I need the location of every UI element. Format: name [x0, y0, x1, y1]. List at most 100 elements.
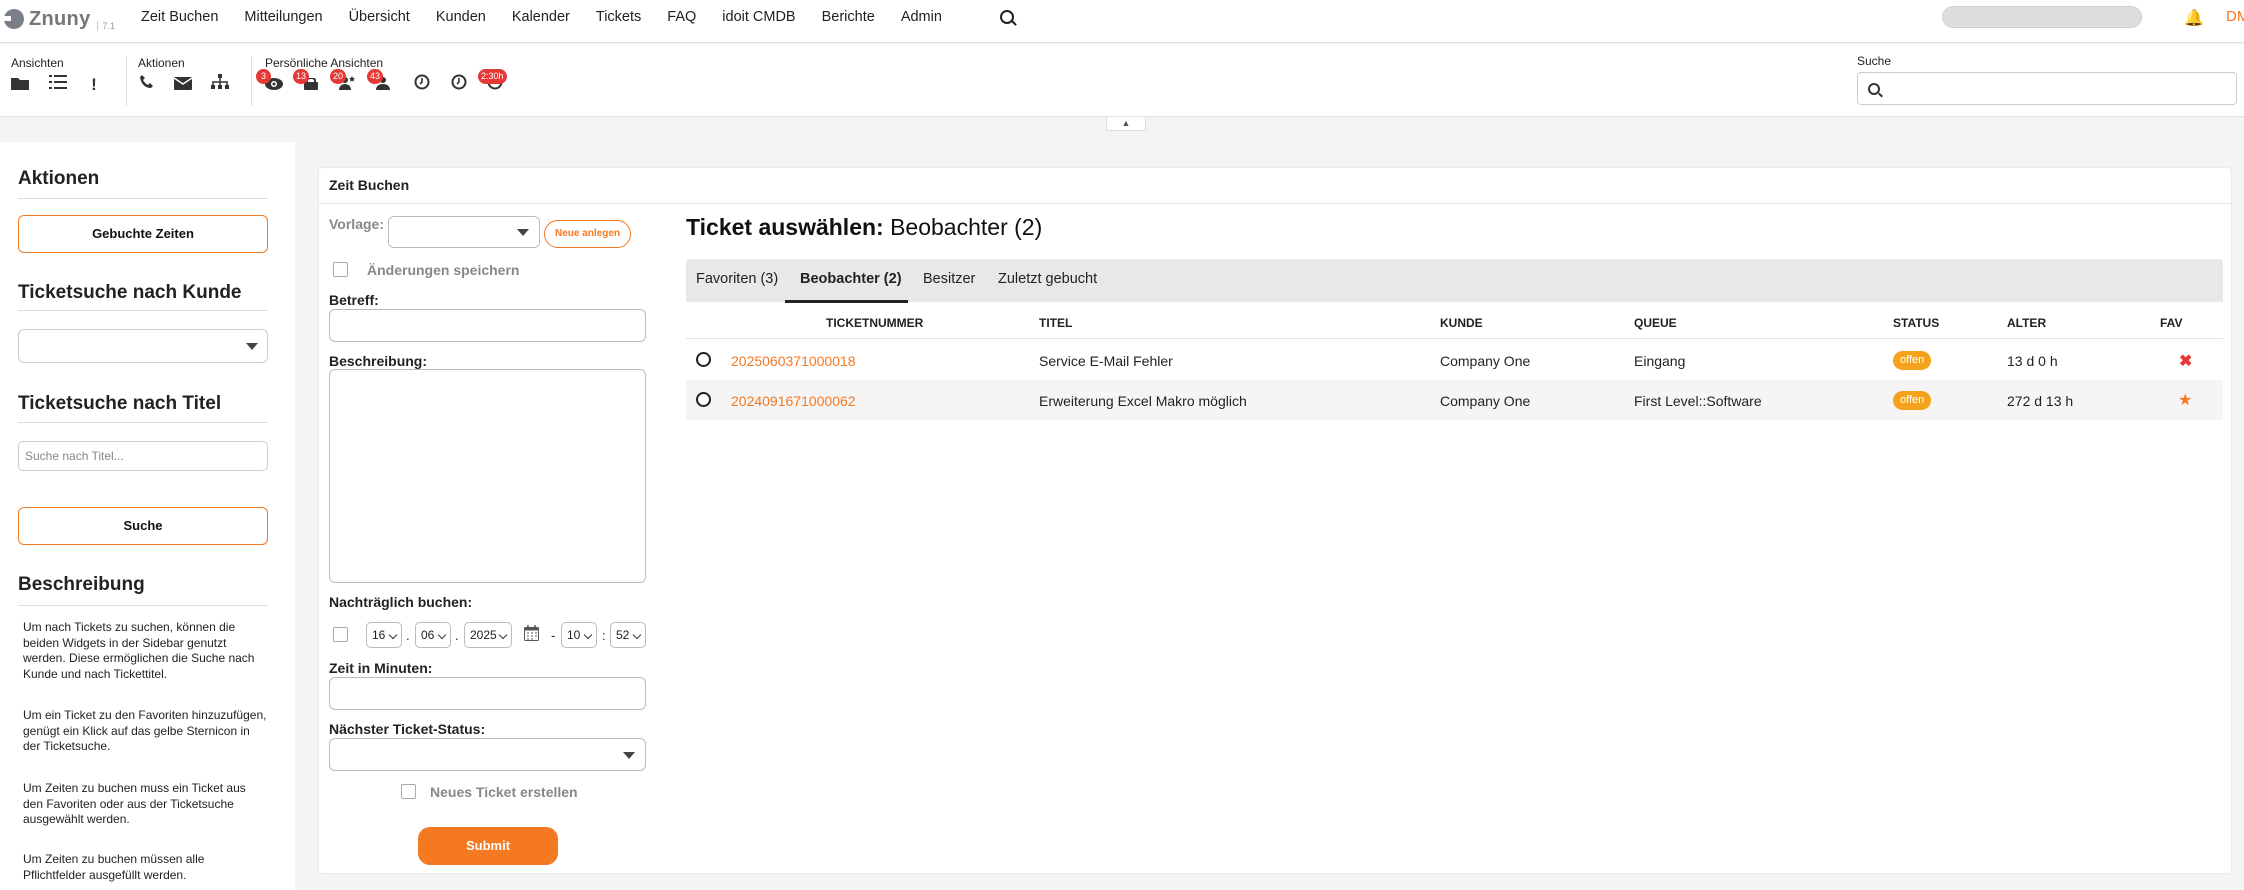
sidebar: Aktionen Gebuchte Zeiten Ticketsuche nac… [0, 142, 295, 890]
aenderungen-checkbox[interactable] [333, 262, 348, 277]
tab-besitzer[interactable]: Besitzer [923, 271, 975, 287]
main-menu: Zeit Buchen Mitteilungen Übersicht Kunde… [141, 0, 968, 34]
sidebar-titel-title: Ticketsuche nach Titel [18, 393, 222, 414]
folder-icon[interactable] [9, 74, 31, 96]
toolbar-search-input[interactable] [1857, 72, 2237, 105]
minute-select[interactable]: 52 [610, 622, 646, 648]
neues-ticket-checkbox[interactable] [401, 784, 416, 799]
status-select[interactable] [329, 738, 646, 771]
nav-uebersicht[interactable]: Übersicht [349, 9, 410, 25]
ticket-panel-title: Ticket auswählen: Beobachter (2) [686, 214, 1042, 241]
star-icon[interactable]: ★ [2178, 390, 2192, 410]
nav-idoit-cmdb[interactable]: idoit CMDB [722, 9, 795, 25]
bell-icon[interactable]: 🔔 [2184, 8, 2204, 28]
remove-favorite-icon[interactable]: ✖ [2179, 351, 2192, 371]
badge-owner: 43 [367, 69, 384, 84]
day-select[interactable]: 16 [366, 622, 402, 648]
tab-beobachter[interactable]: Beobachter (2) [800, 271, 902, 287]
col-alter[interactable]: ALTER [2007, 316, 2046, 330]
col-fav[interactable]: FAV [2160, 316, 2182, 330]
nachtraeglich-checkbox[interactable] [333, 627, 348, 642]
gebuchte-zeiten-button[interactable]: Gebuchte Zeiten [18, 215, 268, 253]
vorlage-select[interactable] [388, 216, 540, 248]
escalation-icon[interactable]: ! [83, 74, 105, 96]
ticket-title: Service E-Mail Fehler [1039, 353, 1173, 369]
znuny-logo[interactable]: Znuny 7.1 [2, 4, 115, 34]
tab-favoriten[interactable]: Favoriten (3) [696, 271, 778, 287]
toolbar-group-aktionen: Aktionen [138, 54, 185, 70]
badge-watched: 3 [256, 69, 271, 84]
beschreibung-label: Beschreibung: [329, 353, 428, 369]
avatar[interactable]: DM [2226, 8, 2244, 25]
suche-button[interactable]: Suche [18, 507, 268, 545]
betreff-label: Betreff: [329, 292, 379, 308]
time-separator: - [551, 628, 556, 643]
title-bold: Ticket auswählen: [686, 214, 884, 240]
znuny-logo-icon [2, 9, 24, 29]
title-search-input[interactable]: Suche nach Titel... [18, 441, 268, 471]
nav-tickets[interactable]: Tickets [596, 9, 641, 25]
nav-zeit-buchen[interactable]: Zeit Buchen [141, 9, 218, 25]
nav-faq[interactable]: FAQ [667, 9, 696, 25]
badge-locked: 13 [293, 69, 310, 84]
nav-kalender[interactable]: Kalender [512, 9, 570, 25]
nav-kunden[interactable]: Kunden [436, 9, 486, 25]
divider [18, 198, 268, 199]
betreff-input[interactable] [329, 309, 646, 342]
divider [126, 56, 127, 106]
description-paragraph: Um Zeiten zu buchen müssen alle Pflichtf… [23, 852, 205, 882]
zeit-input[interactable] [329, 677, 646, 710]
group-label: Aktionen [138, 56, 185, 70]
nav-mitteilungen[interactable]: Mitteilungen [244, 9, 322, 25]
sidebar-beschreibung-title: Beschreibung [18, 574, 145, 595]
tab-zuletzt-gebucht[interactable]: Zuletzt gebucht [998, 271, 1097, 287]
title-rest: Beobachter (2) [890, 214, 1043, 240]
toolbar-group-ansichten: Ansichten [11, 54, 64, 70]
col-titel[interactable]: TITEL [1039, 316, 1072, 330]
description-paragraph: Um nach Tickets zu suchen, können die be… [23, 620, 255, 681]
year-select[interactable]: 2025 [464, 622, 512, 648]
date-separator: . [455, 628, 459, 643]
month-select[interactable]: 06 [415, 622, 451, 648]
clock-icon-2[interactable] [448, 74, 470, 96]
description-paragraph: Um ein Ticket zu den Favoriten hinzuzufü… [23, 708, 267, 753]
neue-anlegen-button[interactable]: Neue anlegen [544, 220, 631, 248]
sidebar-aktionen-title: Aktionen [18, 168, 100, 189]
col-ticketnummer[interactable]: TICKETNUMMER [826, 316, 923, 330]
ticket-customer: Company One [1440, 353, 1531, 369]
sitemap-icon[interactable] [209, 74, 231, 96]
ticket-radio[interactable] [696, 352, 711, 367]
global-search-input[interactable] [1942, 6, 2142, 28]
collapse-toolbar-button[interactable]: ▲ [1106, 117, 1146, 131]
hour-select[interactable]: 10 [561, 622, 597, 648]
col-kunde[interactable]: KUNDE [1440, 316, 1483, 330]
nav-admin[interactable]: Admin [901, 9, 942, 25]
status-badge: offen [1893, 351, 1932, 370]
ticket-number-link[interactable]: 2024091671000062 [731, 393, 856, 409]
group-label: Ansichten [11, 56, 64, 70]
search-icon[interactable] [1000, 10, 1014, 24]
ticket-number-link[interactable]: 2025060371000018 [731, 353, 856, 369]
submit-button[interactable]: Submit [418, 827, 558, 865]
chevron-down-icon [623, 752, 635, 759]
divider [18, 422, 268, 423]
nav-berichte[interactable]: Berichte [822, 9, 875, 25]
divider [319, 203, 2231, 204]
ticket-age: 272 d 13 h [2007, 393, 2074, 409]
calendar-icon[interactable] [524, 625, 539, 644]
neues-ticket-label: Neues Ticket erstellen [430, 784, 578, 800]
sidebar-kunde-title: Ticketsuche nach Kunde [18, 282, 242, 303]
search-icon [1868, 83, 1880, 95]
col-status[interactable]: STATUS [1893, 316, 1939, 330]
beschreibung-textarea[interactable] [329, 369, 646, 583]
customer-select[interactable] [18, 329, 268, 363]
clock-icon[interactable] [411, 74, 433, 96]
col-queue[interactable]: QUEUE [1634, 316, 1677, 330]
ticket-radio[interactable] [696, 392, 711, 407]
mail-icon[interactable] [172, 74, 194, 96]
ticket-age: 13 d 0 h [2007, 353, 2058, 369]
badge-responsible: 20 [330, 69, 347, 84]
list-icon[interactable] [47, 74, 69, 96]
phone-icon[interactable] [136, 74, 158, 96]
description-paragraph: Um Zeiten zu buchen muss ein Ticket aus … [23, 781, 246, 826]
